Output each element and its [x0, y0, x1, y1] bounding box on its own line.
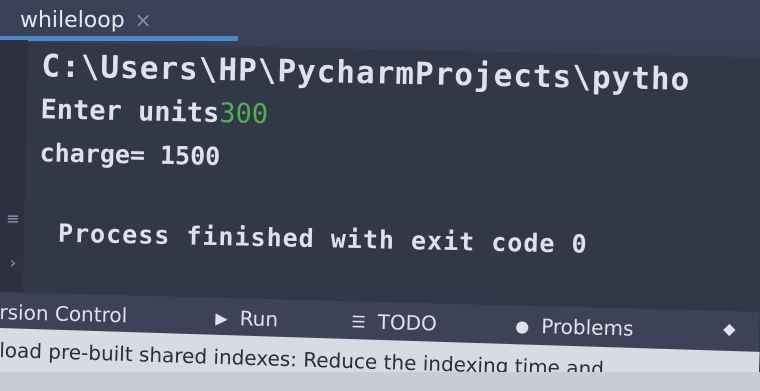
editor-tab-bar: whileloop ×	[0, 0, 760, 41]
problems-icon: ●	[515, 316, 530, 336]
tab-whileloop[interactable]: whileloop ×	[0, 0, 238, 40]
soft-wrap-icon[interactable]: ≡	[2, 208, 24, 230]
tool-todo[interactable]: ☰ TODO	[351, 309, 438, 336]
console-path-line: C:\Users\HP\PycharmProjects\pytho	[41, 48, 691, 98]
tab-title: whileloop	[20, 7, 125, 33]
console-output-line: charge= 1500	[39, 138, 221, 172]
active-tab-indicator	[0, 36, 238, 41]
ide-window: whileloop × ≡ › C:\Users\HP\PycharmProje…	[0, 0, 760, 391]
prompt-text: Enter units	[40, 94, 220, 130]
tool-todo-label: TODO	[377, 309, 438, 336]
console-exit-line: Process finished with exit code 0	[57, 218, 588, 259]
close-icon[interactable]: ×	[135, 8, 152, 32]
user-input-value: 300	[219, 98, 269, 131]
tool-run[interactable]: ▶ Run	[215, 306, 279, 332]
tool-version-control-label: rsion Control	[0, 299, 128, 328]
play-icon: ▶	[215, 308, 228, 328]
tool-run-label: Run	[239, 306, 279, 332]
tool-problems[interactable]: ● Problems	[515, 314, 634, 341]
layers-icon: ◆	[723, 318, 736, 339]
window-bottom-edge	[0, 372, 760, 391]
expand-icon[interactable]: ›	[2, 252, 24, 274]
tool-layers[interactable]: ◆	[723, 319, 736, 338]
console-prompt-line: Enter units300	[40, 94, 268, 130]
tool-problems-label: Problems	[540, 314, 634, 341]
tool-version-control[interactable]: rsion Control	[0, 300, 128, 327]
list-icon: ☰	[351, 311, 366, 332]
run-console-output: C:\Users\HP\PycharmProjects\pytho Enter …	[22, 42, 760, 308]
